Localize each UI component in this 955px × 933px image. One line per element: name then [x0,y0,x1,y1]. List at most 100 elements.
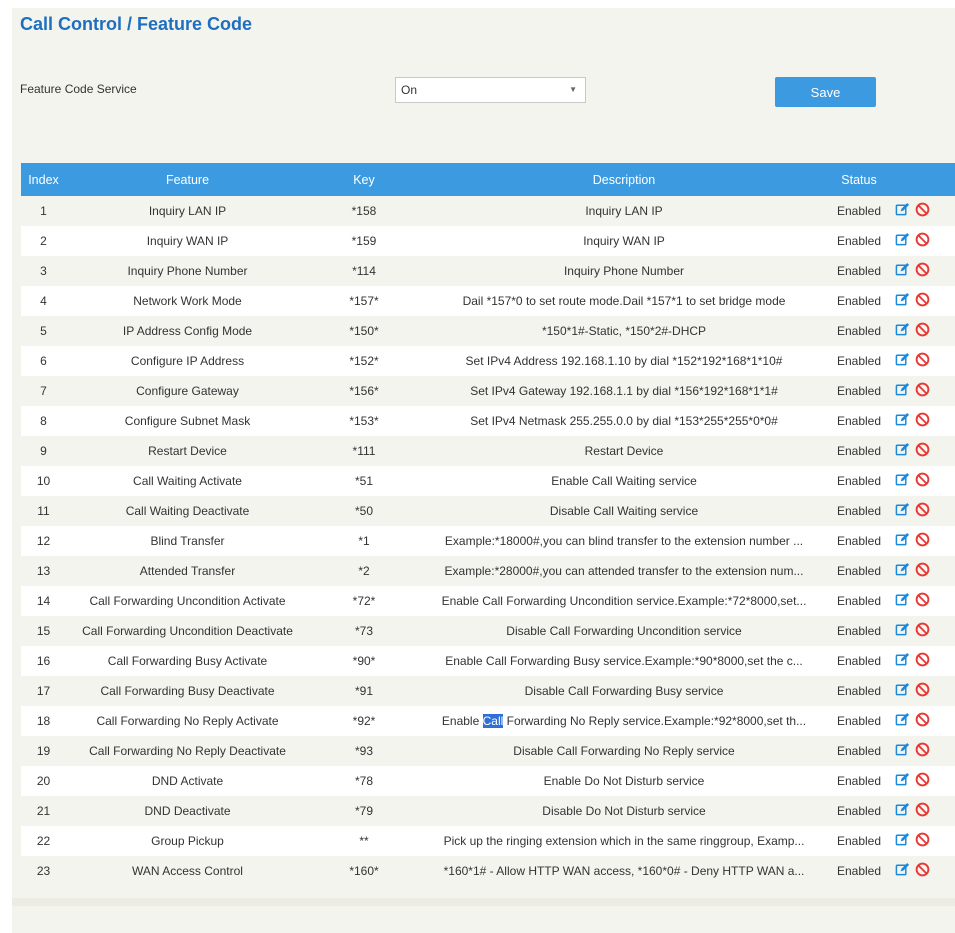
cell-index: 20 [36,774,51,788]
disable-icon[interactable] [915,202,930,220]
cell-feature: Configure Subnet Mask [124,414,251,428]
disable-icon[interactable] [915,862,930,880]
disable-icon[interactable] [915,652,930,670]
edit-icon[interactable] [895,712,910,730]
cell-actions [889,556,955,586]
disable-icon[interactable] [915,382,930,400]
cell-index: 8 [40,414,47,428]
disable-icon[interactable] [915,742,930,760]
feature-code-service-select[interactable]: On ▼ [395,77,586,103]
disable-icon[interactable] [915,712,930,730]
cell-index: 4 [40,294,47,308]
save-button[interactable]: Save [775,77,876,107]
cell-actions [889,466,955,496]
cell-key: *72* [352,594,376,608]
cell-index: 5 [40,324,47,338]
edit-icon[interactable] [895,562,910,580]
cell-index: 12 [36,534,51,548]
cell-description: Disable Call Waiting service [549,504,699,518]
cell-status: Enabled [836,804,882,818]
table-row: 17 Call Forwarding Busy Deactivate *91 Disa… [21,676,955,706]
cell-status: Enabled [836,474,882,488]
cell-feature: Call Forwarding No Reply Activate [96,714,279,728]
cell-status: Enabled [836,234,882,248]
cell-actions [889,256,955,286]
edit-icon[interactable] [895,592,910,610]
disable-icon[interactable] [915,292,930,310]
cell-description: Inquiry Phone Number [563,264,685,278]
cell-actions [889,406,955,436]
edit-icon[interactable] [895,382,910,400]
edit-icon[interactable] [895,862,910,880]
disable-icon[interactable] [915,532,930,550]
cell-status: Enabled [836,774,882,788]
edit-icon[interactable] [895,442,910,460]
cell-status: Enabled [836,744,882,758]
cell-feature: Call Forwarding Busy Activate [107,654,268,668]
disable-icon[interactable] [915,592,930,610]
cell-index: 17 [36,684,51,698]
edit-icon[interactable] [895,202,910,220]
edit-icon[interactable] [895,262,910,280]
cell-key: *114 [352,264,376,278]
edit-icon[interactable] [895,622,910,640]
selected-text-highlight: Call [482,714,504,728]
disable-icon[interactable] [915,412,930,430]
cell-feature: Inquiry Phone Number [127,264,248,278]
cell-key: *92* [352,714,376,728]
disable-icon[interactable] [915,262,930,280]
cell-actions [889,706,955,736]
edit-icon[interactable] [895,652,910,670]
disable-icon[interactable] [915,502,930,520]
cell-status: Enabled [836,864,882,878]
cell-actions [889,286,955,316]
edit-icon[interactable] [895,232,910,250]
edit-icon[interactable] [895,352,910,370]
disable-icon[interactable] [915,802,930,820]
table-row: 13 Attended Transfer *2 Example:*28000#,you… [21,556,955,586]
disable-icon[interactable] [915,442,930,460]
edit-icon[interactable] [895,832,910,850]
edit-icon[interactable] [895,772,910,790]
table-row: 14 Call Forwarding Uncondition Activate *7… [21,586,955,616]
edit-icon[interactable] [895,472,910,490]
cell-feature: Network Work Mode [133,294,242,308]
cell-description: Disable Call Forwarding No Reply service [513,744,735,758]
cell-key: *157* [349,294,379,308]
edit-icon[interactable] [895,502,910,520]
disable-icon[interactable] [915,562,930,580]
cell-status: Enabled [836,504,882,518]
edit-icon[interactable] [895,532,910,550]
edit-icon[interactable] [895,292,910,310]
cell-key: *73 [354,624,374,638]
cell-status: Enabled [836,624,882,638]
cell-index: 9 [40,444,47,458]
disable-icon[interactable] [915,682,930,700]
edit-icon[interactable] [895,322,910,340]
disable-icon[interactable] [915,352,930,370]
cell-status: Enabled [836,684,882,698]
cell-index: 23 [36,864,51,878]
header-actions [889,163,955,196]
table-row: 7 Configure Gateway *156* Set IPv4 Gateway … [21,376,955,406]
disable-icon[interactable] [915,472,930,490]
edit-icon[interactable] [895,682,910,700]
cell-actions [889,586,955,616]
cell-feature: Configure IP Address [130,354,245,368]
cell-status: Enabled [836,714,882,728]
cell-status: Enabled [836,564,882,578]
edit-icon[interactable] [895,802,910,820]
disable-icon[interactable] [915,622,930,640]
disable-icon[interactable] [915,832,930,850]
disable-icon[interactable] [915,232,930,250]
cell-feature: Restart Device [148,444,227,458]
cell-actions [889,496,955,526]
table-row: 12 Blind Transfer *1 Example:*18000#,you ca… [21,526,955,556]
disable-icon[interactable] [915,322,930,340]
cell-description: Inquiry LAN IP [585,204,663,218]
feature-code-service-label: Feature Code Service [20,82,137,96]
edit-icon[interactable] [895,742,910,760]
edit-icon[interactable] [895,412,910,430]
cell-index: 14 [36,594,51,608]
disable-icon[interactable] [915,772,930,790]
